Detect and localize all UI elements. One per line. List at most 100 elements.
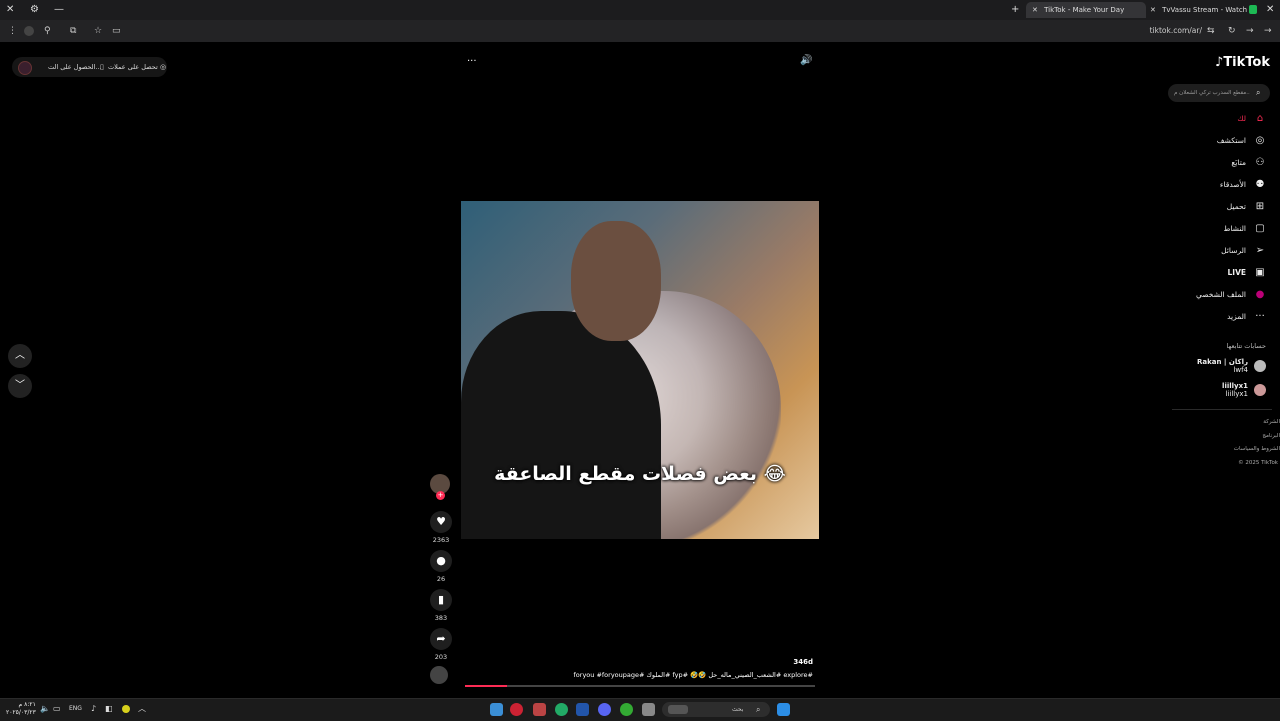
clock[interactable]: ٨:٢١ م ٢٠٢٥/٠٣/٢٣ (6, 701, 36, 717)
sidebar-item-upload[interactable]: تحميل ⊞ (1227, 197, 1266, 215)
activity-icon: ▢ (1255, 222, 1265, 234)
sidebar-item-foryou[interactable]: لك ⌂ (1237, 109, 1266, 127)
search-icon[interactable]: ⌕ (1256, 84, 1260, 102)
discord-icon[interactable] (598, 703, 611, 716)
site-settings-icon[interactable]: ⇆ (1207, 20, 1215, 42)
forward-icon[interactable]: → (1246, 20, 1254, 42)
avatar (18, 61, 32, 75)
settings-icon[interactable]: ⚙ (30, 0, 39, 20)
taskbar-search[interactable]: بحث ⌕ (662, 702, 770, 717)
comment-icon: ● (436, 554, 446, 567)
tab-tiktok[interactable]: ✕ TikTok - Make Your Day (1026, 2, 1146, 18)
coin-icon: ◎ (160, 63, 167, 71)
minimize-icon[interactable]: — (54, 0, 64, 20)
app-icon[interactable] (555, 703, 568, 716)
browser-tab-bar: ✕ ⚙ — + ✕ TikTok - Make Your Day ✕ TvVas… (0, 0, 1280, 20)
close-tab-icon[interactable]: ✕ (1032, 6, 1038, 14)
footer-links: الشركة البرنامج الشروط والسياسات © 2025 … (1234, 416, 1280, 470)
profile-icon[interactable] (24, 26, 34, 36)
get-item-label[interactable]: الحصول على الت... (48, 57, 102, 77)
comment-button[interactable]: ● (430, 550, 452, 572)
tab-stream[interactable]: ✕ TvVassu Stream - Watch Live on (1144, 2, 1252, 18)
extensions-icon[interactable]: ⚲ (44, 20, 51, 42)
file-explorer-icon[interactable] (490, 703, 503, 716)
more-options-icon[interactable]: ··· (467, 56, 477, 67)
coins-pill[interactable]: الحصول على الت... ▯ تحصل على عملات ◎ (12, 57, 167, 77)
menu-dots-icon[interactable]: ⋮ (8, 20, 17, 42)
sidebar-item-more[interactable]: المزيد ··· (1227, 307, 1266, 325)
share-button[interactable]: ➦ (430, 628, 452, 650)
followed-account[interactable]: Rakan | راكان lwf4 (1197, 358, 1266, 374)
sidebar-item-label: LIVE (1227, 267, 1247, 277)
follow-plus-icon[interactable]: + (436, 491, 445, 500)
language-indicator[interactable]: ENG (69, 699, 82, 719)
previous-video-button[interactable]: ︿ (8, 344, 32, 368)
extension-icon[interactable] (1249, 5, 1257, 14)
sidebar-item-activity[interactable]: النشاط ▢ (1223, 219, 1266, 237)
close-icon[interactable]: ✕ (1266, 0, 1274, 20)
next-video-button[interactable]: ﹀ (8, 374, 32, 398)
live-icon: ▣ (1255, 266, 1265, 278)
bookmark-star-icon[interactable]: ☆ (94, 20, 102, 42)
hashtags-text[interactable]: #explore #الشعب_الصيني_ماله_حل 🤣🤣 #fyp #… (520, 671, 814, 679)
taskbar-search-label: بحث (732, 706, 744, 713)
followed-account[interactable]: liillyx1 liillyx1 (1222, 382, 1266, 398)
following-heading: حسابات تتابعها (1226, 342, 1266, 350)
avatar (1254, 360, 1266, 372)
footer-copyright: © 2025 TikTok (1238, 459, 1278, 466)
windows-taskbar: ٨:٢١ م ٢٠٢٥/٠٣/٢٣ 🔈 ▭ ENG ♪ ◧ ︿ بحث ⌕ (0, 698, 1280, 721)
clock-time: ٨:٢١ م (18, 701, 36, 708)
tray-chevron-up-icon[interactable]: ︿ (138, 699, 146, 719)
save-button[interactable]: ▮ (430, 589, 452, 611)
reload-icon[interactable]: ↻ (1228, 20, 1236, 42)
share-icon[interactable]: ⧉ (70, 20, 76, 42)
close-window-icon[interactable]: ✕ (6, 0, 14, 20)
search-input[interactable]: مقطع السدرب تركي الشعلان م... (1174, 84, 1250, 102)
like-count: 2363 (432, 536, 450, 544)
tray-app-icon[interactable]: ◧ (105, 699, 113, 719)
start-windows-icon[interactable] (777, 703, 790, 716)
sidebar-item-label: المزيد (1227, 311, 1246, 321)
network-icon[interactable]: ▭ (53, 699, 61, 719)
app-icon[interactable] (642, 703, 655, 716)
back-icon[interactable]: → (1264, 20, 1272, 42)
video-player[interactable]: 😂 بعض فصلات مقطع الصاعقة (461, 201, 819, 539)
sidebar-item-label: استكشف (1216, 135, 1246, 145)
microphone-icon[interactable]: ♪ (91, 699, 96, 719)
close-tab-icon[interactable]: ✕ (1150, 6, 1156, 14)
browser-toolbar: ⋮ ⚲ ⧉ ☆ ▭ tiktok.com/ar/ ⇆ ↻ → → (0, 20, 1280, 42)
progress-fill (465, 685, 507, 687)
steam-icon[interactable] (576, 703, 589, 716)
progress-track[interactable] (465, 685, 815, 687)
footer-link-company[interactable]: الشركة (1234, 416, 1280, 430)
cast-icon[interactable]: ▭ (112, 20, 121, 42)
sound-disc[interactable] (430, 666, 448, 684)
tab-title: TvVassu Stream - Watch Live on (1162, 6, 1252, 14)
sidebar-item-following[interactable]: متابَع ⚇ (1231, 153, 1266, 171)
more-icon: ··· (1255, 310, 1265, 322)
address-bar[interactable]: tiktok.com/ar/ (1130, 20, 1202, 42)
sidebar-item-live[interactable]: LIVE ▣ (1228, 263, 1267, 281)
tray-status-icon[interactable] (122, 705, 130, 713)
profile-icon: ● (1255, 288, 1265, 300)
volume-icon[interactable]: 🔊 (800, 55, 812, 66)
chrome-icon[interactable] (620, 703, 633, 716)
sidebar-item-explore[interactable]: استكشف ◎ (1217, 131, 1266, 149)
app-icon[interactable] (510, 703, 523, 716)
chevron-up-icon: ︿ (15, 350, 25, 361)
account-handle: lwf4 (1233, 366, 1248, 374)
speaker-icon[interactable]: 🔈 (40, 699, 50, 719)
sidebar-item-friends[interactable]: الأصدقاء ⚉ (1220, 175, 1266, 193)
sidebar-item-messages[interactable]: الرسائل ➢ (1221, 241, 1266, 259)
footer-link-terms[interactable]: الشروط والسياسات (1234, 443, 1280, 457)
like-button[interactable]: ♥ (430, 511, 452, 533)
sidebar-item-label: النشاط (1223, 223, 1246, 233)
search-bar[interactable]: مقطع السدرب تركي الشعلان م... ⌕ (1168, 84, 1270, 102)
app-icon[interactable] (533, 703, 546, 716)
post-age: 346d (793, 658, 813, 666)
footer-link-program[interactable]: البرنامج (1234, 430, 1280, 444)
sidebar-item-profile[interactable]: الملف الشخصي ● (1196, 285, 1266, 303)
get-coins-label[interactable]: تحصل على عملات (108, 57, 158, 77)
tiktok-logo[interactable]: ♪TikTok (1200, 55, 1270, 70)
new-tab-button[interactable]: + (1011, 0, 1019, 20)
